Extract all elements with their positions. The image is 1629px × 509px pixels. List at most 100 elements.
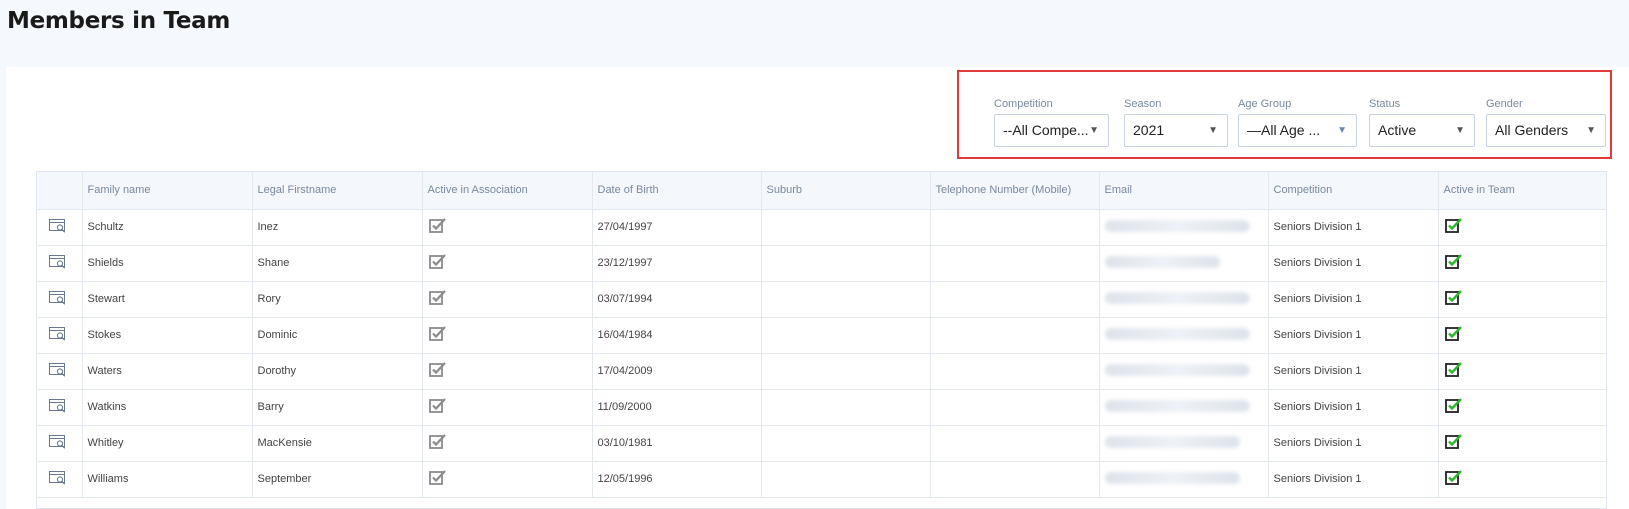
view-cell [37,209,83,246]
family-name-cell: Whitley [82,425,253,462]
checkbox-checked-grey-icon [428,253,447,273]
telephone-cell [930,281,1100,318]
table-row: Waters Dorothy 17/04/2009 Seniors Division … [37,353,1606,390]
status-select[interactable]: Active ▼ [1369,114,1475,147]
column-header-active-in-team[interactable]: Active in Team [1438,172,1606,210]
checkbox-checked-green-icon[interactable] [1444,433,1463,453]
checkbox-checked-grey-icon [428,469,447,489]
checkbox-checked-green-icon[interactable] [1444,469,1463,489]
checkbox-checked-green-icon[interactable] [1444,289,1463,309]
email-cell [1099,353,1269,390]
checkbox-checked-green-icon[interactable] [1444,397,1463,417]
family-name-cell: Waters [82,353,253,390]
view-details-icon[interactable] [49,326,67,344]
table-row: Shields Shane 23/12/1997 Seniors Division 1 [37,245,1606,282]
view-cell [37,353,83,390]
date-of-birth-cell: 27/04/1997 [592,209,762,246]
column-header-active-in-association[interactable]: Active in Association [422,172,593,210]
date-of-birth-cell: 16/04/1984 [592,317,762,354]
competition-cell: Seniors Division 1 [1268,281,1439,318]
date-of-birth-cell: 12/05/1996 [592,461,762,498]
email-redacted [1104,219,1250,232]
checkbox-checked-green-icon[interactable] [1444,325,1463,345]
view-details-icon[interactable] [49,254,67,272]
competition-cell: Seniors Division 1 [1268,317,1439,354]
date-of-birth-cell: 23/12/1997 [592,245,762,282]
column-header-suburb[interactable]: Suburb [761,172,931,210]
family-name-cell: Williams [82,461,253,498]
family-name-cell: Watkins [82,389,253,426]
active-in-association-cell [422,461,593,498]
age-group-select[interactable]: —All Age ... ▼ [1238,114,1357,147]
filter-season: Season 2021 ▼ [1124,97,1228,147]
view-details-icon[interactable] [49,470,67,488]
filter-gender-label: Gender [1486,98,1523,110]
season-select-value: 2021 [1133,122,1165,138]
active-in-association-cell [422,281,593,318]
suburb-cell [761,353,931,390]
family-name-cell: Shields [82,245,253,282]
competition-cell: Seniors Division 1 [1268,245,1439,282]
email-cell [1099,209,1269,246]
view-details-icon[interactable] [49,218,67,236]
date-of-birth-cell: 17/04/2009 [592,353,762,390]
gender-select-value: All Genders [1495,122,1569,138]
column-header-legal-firstname[interactable]: Legal Firstname [252,172,423,210]
gender-select[interactable]: All Genders ▼ [1486,114,1606,147]
competition-select[interactable]: --All Compe... ▼ [994,114,1109,147]
column-header-competition[interactable]: Competition [1268,172,1439,210]
table-row: Watkins Barry 11/09/2000 Seniors Division 1 [37,389,1606,426]
filter-age-group: Age Group —All Age ... ▼ [1238,97,1357,147]
active-in-team-cell [1438,209,1606,246]
telephone-cell [930,209,1100,246]
column-header-family-name[interactable]: Family name [82,172,253,210]
view-details-icon[interactable] [49,362,67,380]
competition-cell: Seniors Division 1 [1268,353,1439,390]
family-name-cell: Stokes [82,317,253,354]
column-header-telephone[interactable]: Telephone Number (Mobile) [930,172,1100,210]
filter-age-group-label: Age Group [1238,98,1292,110]
column-header-action [37,172,83,210]
chevron-down-icon: ▼ [1586,125,1596,136]
season-select[interactable]: 2021 ▼ [1124,114,1228,147]
email-redacted [1104,399,1250,412]
column-header-email[interactable]: Email [1099,172,1269,210]
view-cell [37,245,83,282]
column-header-date-of-birth[interactable]: Date of Birth [592,172,762,210]
active-in-association-cell [422,389,593,426]
active-in-team-cell [1438,317,1606,354]
active-in-association-cell [422,425,593,462]
competition-cell: Seniors Division 1 [1268,461,1439,498]
table-row: Williams September 12/05/1996 Seniors Divis… [37,461,1606,498]
suburb-cell [761,389,931,426]
active-in-team-cell [1438,389,1606,426]
chevron-down-icon: ▼ [1208,125,1218,136]
active-in-team-cell [1438,281,1606,318]
checkbox-checked-green-icon[interactable] [1444,361,1463,381]
chevron-down-icon: ▼ [1337,125,1347,136]
email-redacted [1104,327,1250,340]
suburb-cell [761,209,931,246]
email-cell [1099,461,1269,498]
telephone-cell [930,461,1100,498]
checkbox-checked-grey-icon [428,397,447,417]
view-cell [37,461,83,498]
legal-firstname-cell: Inez [252,209,423,246]
checkbox-checked-green-icon[interactable] [1444,253,1463,273]
checkbox-checked-green-icon[interactable] [1444,217,1463,237]
telephone-cell [930,389,1100,426]
filter-competition-label: Competition [994,98,1053,110]
active-in-association-cell [422,209,593,246]
view-cell [37,425,83,462]
family-name-cell: Schultz [82,209,253,246]
email-cell [1099,245,1269,282]
view-details-icon[interactable] [49,434,67,452]
view-details-icon[interactable] [49,398,67,416]
email-cell [1099,389,1269,426]
email-redacted [1104,471,1240,484]
view-details-icon[interactable] [49,290,67,308]
filter-status-label: Status [1369,98,1401,110]
suburb-cell [761,281,931,318]
filter-competition: Competition --All Compe... ▼ [994,97,1109,147]
legal-firstname-cell: Rory [252,281,423,318]
